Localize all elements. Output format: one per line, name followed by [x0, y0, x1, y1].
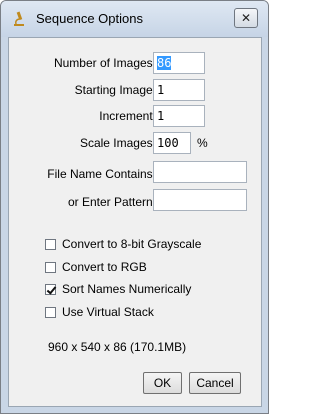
- close-icon: ✕: [240, 11, 252, 25]
- checkbox-label: Convert to RGB: [62, 260, 147, 274]
- checkbox-sort-numerically[interactable]: Sort Names Numerically: [45, 281, 191, 297]
- microscope-icon: [14, 11, 24, 26]
- stack-size-info: 960 x 540 x 86 (170.1MB): [48, 340, 187, 354]
- checkbox-label: Convert to 8-bit Grayscale: [62, 237, 202, 251]
- scale-percent-unit: %: [197, 136, 208, 150]
- checkbox-convert-rgb[interactable]: Convert to RGB: [45, 259, 147, 275]
- scale-images-label: Scale Images:: [79, 136, 156, 150]
- enter-pattern-label: or Enter Pattern:: [67, 195, 156, 209]
- checkbox-convert-8bit[interactable]: Convert to 8-bit Grayscale: [45, 236, 201, 252]
- increment-input[interactable]: 1: [153, 105, 205, 127]
- checkbox-box[interactable]: [45, 238, 56, 250]
- file-name-contains-input[interactable]: [153, 161, 247, 183]
- title-bar[interactable]: Sequence Options ✕: [1, 1, 268, 37]
- enter-pattern-input[interactable]: [153, 189, 247, 211]
- dialog-body: Number of Images: 86 Starting Image: 1 I…: [8, 37, 262, 407]
- checkbox-label: Sort Names Numerically: [62, 282, 192, 296]
- checkbox-label: Use Virtual Stack: [62, 305, 154, 319]
- ok-button[interactable]: OK: [143, 372, 182, 394]
- file-name-contains-label: File Name Contains:: [47, 167, 156, 181]
- checkbox-box[interactable]: [45, 261, 56, 273]
- checkbox-box[interactable]: [45, 306, 56, 318]
- number-of-images-input[interactable]: 86: [153, 52, 205, 74]
- close-button[interactable]: ✕: [234, 8, 258, 28]
- checkbox-box-checked[interactable]: [45, 283, 56, 295]
- starting-image-input[interactable]: 1: [153, 79, 205, 101]
- sequence-options-dialog: Sequence Options ✕ Number of Images: 86 …: [0, 0, 269, 414]
- number-of-images-value: 86: [157, 56, 172, 70]
- starting-image-label: Starting Image:: [74, 83, 156, 97]
- scale-images-input[interactable]: 100: [153, 132, 191, 154]
- checkbox-virtual-stack[interactable]: Use Virtual Stack: [45, 304, 154, 320]
- increment-label: Increment:: [99, 109, 156, 123]
- number-of-images-label: Number of Images:: [53, 56, 156, 70]
- window-title: Sequence Options: [36, 11, 143, 26]
- cancel-button[interactable]: Cancel: [189, 372, 241, 394]
